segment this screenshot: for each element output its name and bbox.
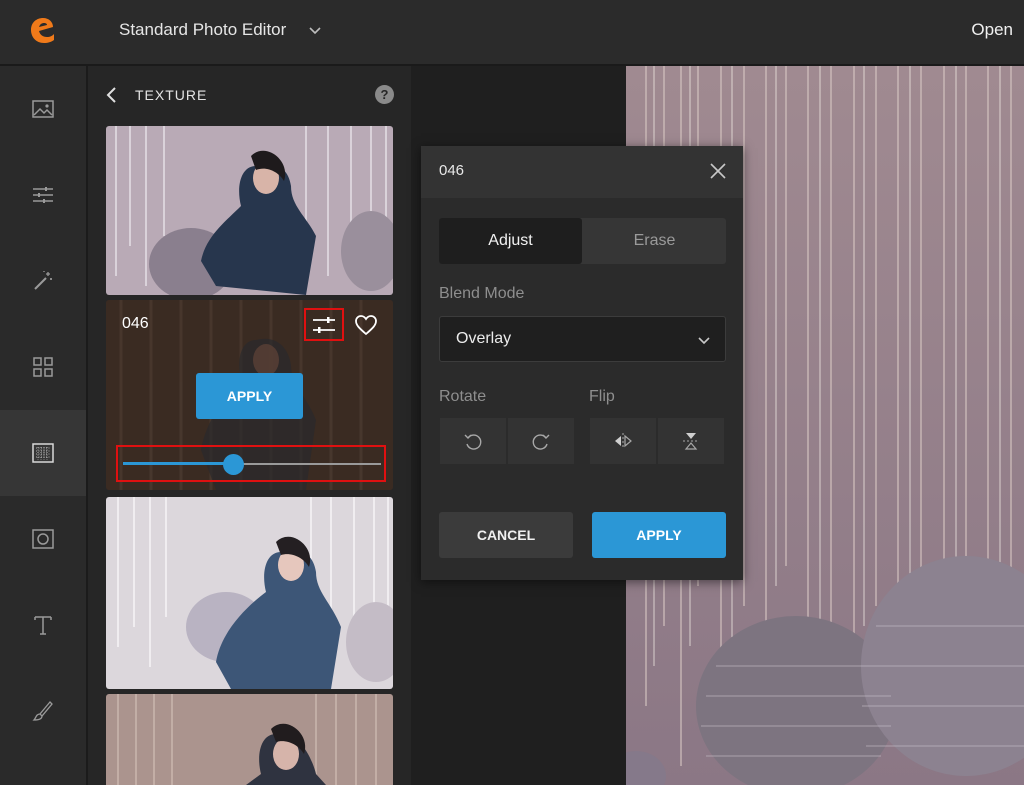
tab-adjust[interactable]: Adjust	[439, 218, 582, 264]
flip-horizontal-button[interactable]	[590, 418, 656, 464]
top-bar: Standard Photo Editor Open	[0, 0, 1024, 64]
rotate-left-icon	[464, 434, 482, 450]
card-apply-button[interactable]: APPLY	[196, 373, 303, 419]
rail-item-draw[interactable]	[0, 668, 86, 754]
texture-thumbnail[interactable]	[106, 497, 393, 689]
rail-item-adjust[interactable]	[0, 152, 86, 238]
slider-fill	[123, 462, 234, 465]
rotate-right-button[interactable]	[508, 418, 574, 464]
heart-icon[interactable]	[354, 314, 378, 336]
sliders-icon	[313, 316, 335, 333]
texture-preview-image	[106, 497, 393, 689]
chevron-down-icon[interactable]	[307, 22, 323, 38]
flip-vertical-icon	[683, 433, 699, 450]
blend-mode-label: Blend Mode	[439, 285, 525, 302]
grid-icon	[33, 357, 53, 377]
texture-thumbnail[interactable]	[106, 126, 393, 295]
flip-vertical-button[interactable]	[658, 418, 724, 464]
magic-wand-icon	[34, 271, 52, 290]
cancel-button[interactable]: CANCEL	[439, 512, 573, 558]
texture-settings-popover: 046 Adjust Erase Blend Mode Overlay Rota…	[421, 146, 743, 580]
texture-preview-image	[106, 694, 393, 785]
rail-item-texture[interactable]	[0, 410, 86, 496]
sliders-icon	[33, 187, 53, 203]
back-chevron-icon[interactable]	[104, 85, 120, 105]
frame-icon	[32, 529, 54, 549]
tool-rail	[0, 66, 86, 785]
text-icon	[34, 616, 52, 635]
texture-icon	[32, 443, 54, 463]
opacity-slider[interactable]	[116, 445, 386, 482]
close-icon[interactable]	[709, 162, 727, 180]
rail-item-text[interactable]	[0, 582, 86, 668]
rail-item-frames[interactable]	[0, 496, 86, 582]
rotate-right-icon	[532, 434, 550, 450]
texture-card-selected[interactable]: 046 APPLY	[106, 300, 393, 490]
app-title[interactable]: Standard Photo Editor	[119, 20, 286, 40]
image-icon	[32, 100, 54, 118]
app-logo-icon[interactable]	[28, 16, 56, 44]
slider-handle[interactable]	[223, 454, 245, 475]
popover-title: 046	[439, 162, 465, 179]
brush-icon	[32, 701, 53, 721]
mode-tabs: Adjust Erase	[439, 218, 726, 264]
chevron-down-icon	[698, 337, 710, 345]
flip-label: Flip	[589, 388, 615, 405]
tab-erase[interactable]: Erase	[583, 218, 726, 264]
rail-item-image[interactable]	[0, 66, 86, 152]
panel-title: TEXTURE	[135, 87, 208, 103]
blend-mode-select[interactable]: Overlay	[439, 316, 726, 362]
rail-item-effects[interactable]	[0, 238, 86, 324]
flip-horizontal-icon	[615, 433, 632, 449]
open-button[interactable]: Open	[971, 20, 1013, 40]
blend-mode-value: Overlay	[456, 330, 512, 347]
rail-item-layouts[interactable]	[0, 324, 86, 410]
texture-adjust-button[interactable]	[304, 308, 344, 341]
help-icon[interactable]: ?	[375, 85, 394, 104]
texture-thumbnail[interactable]	[106, 694, 393, 785]
texture-preview-image	[106, 126, 393, 295]
apply-button[interactable]: APPLY	[592, 512, 726, 558]
popover-header: 046	[421, 146, 743, 198]
rotate-label: Rotate	[439, 388, 487, 405]
texture-card-label: 046	[122, 315, 149, 332]
rotate-left-button[interactable]	[440, 418, 506, 464]
